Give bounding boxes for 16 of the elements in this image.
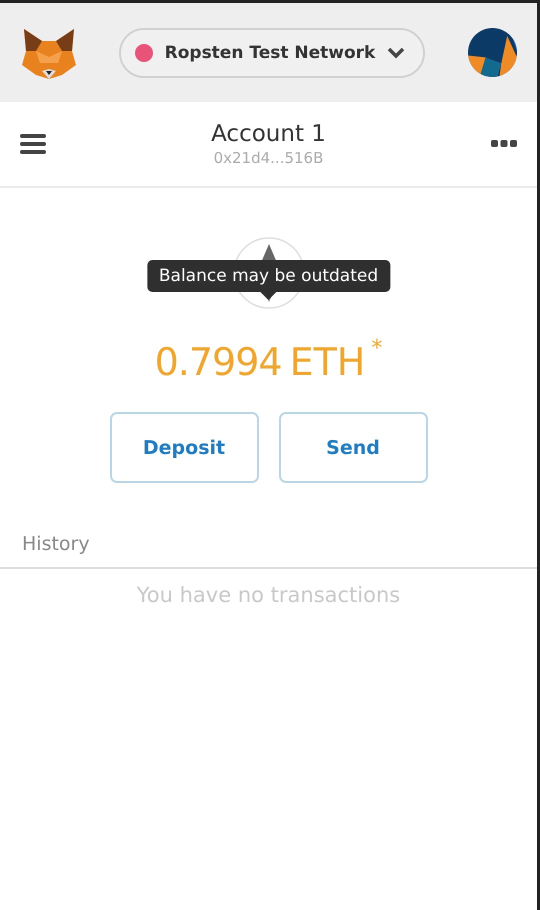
balance-amount: 0.7994 (154, 340, 282, 384)
action-button[interactable]: Deposit (110, 412, 258, 483)
more-options-icon[interactable] (491, 140, 517, 148)
account-avatar[interactable] (468, 28, 517, 77)
balance-unit: ETH (290, 340, 366, 384)
action-button[interactable]: Send (278, 412, 428, 483)
network-selector[interactable]: Ropsten Test Network (118, 28, 426, 78)
account-address: 0x21d4...516B (214, 149, 324, 167)
account-name: Account 1 (211, 121, 326, 147)
history-heading: History (0, 533, 537, 569)
outdated-mark: * (371, 336, 382, 361)
chevron-down-icon (387, 46, 406, 58)
network-status-dot (134, 44, 153, 62)
menu-icon[interactable] (20, 133, 46, 155)
tooltip-pointer (260, 292, 276, 300)
fox-logo-icon (22, 26, 76, 78)
